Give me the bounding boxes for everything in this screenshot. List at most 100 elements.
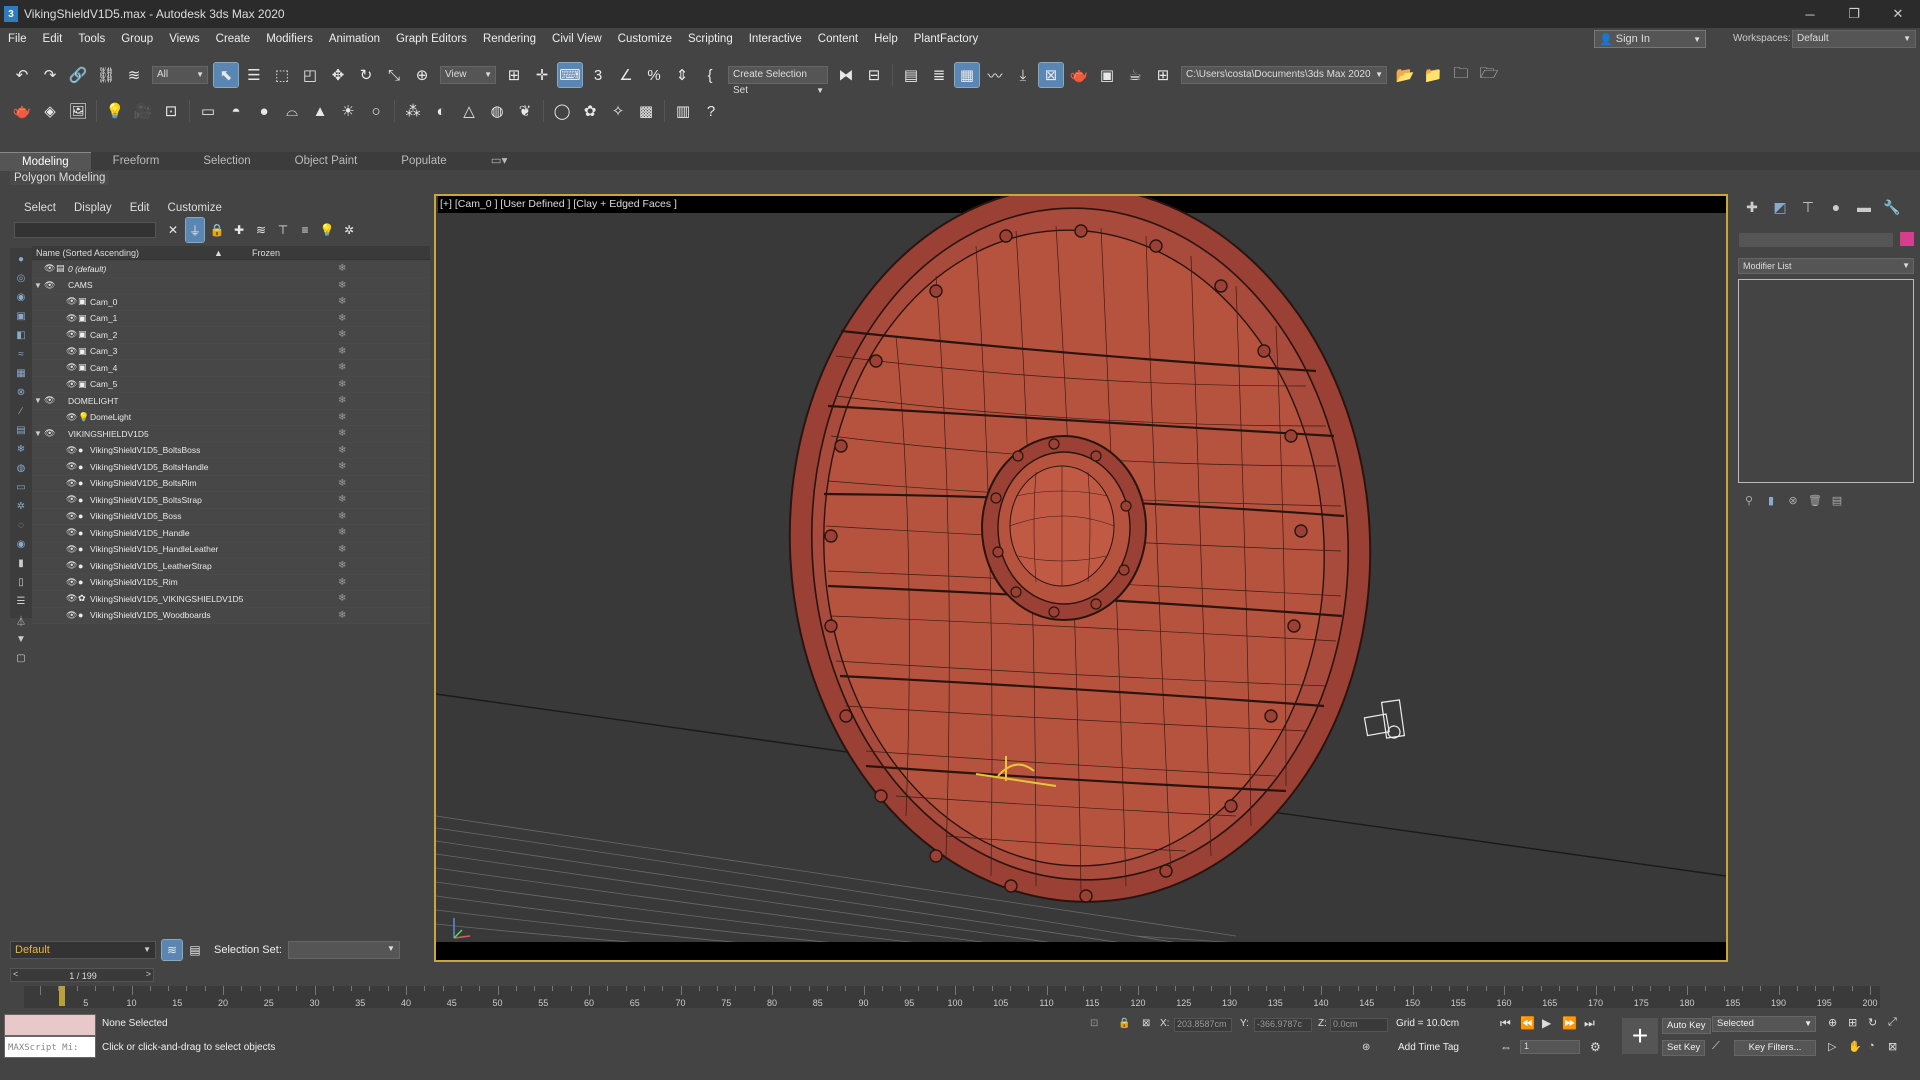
angle-snap-icon[interactable]: ∠ [614,63,638,87]
display-containers-icon[interactable]: ▤ [13,422,29,438]
frozen-toggle-icon[interactable]: ❄ [338,329,346,340]
selection-filter-dropdown[interactable]: All ▼ [152,66,208,84]
schematic-view-icon[interactable]: ⤓ [1011,63,1035,87]
menu-group[interactable]: Group [113,28,161,50]
workspaces-dropdown[interactable]: Default ▼ [1792,30,1916,48]
go-to-start-icon[interactable]: ⏮ [1500,1016,1511,1031]
visibility-eye-icon[interactable]: 👁 [66,313,78,324]
visibility-eye-icon[interactable]: 👁 [66,412,78,423]
auto-key-button[interactable]: Auto Key [1662,1018,1711,1034]
current-layer-dropdown[interactable]: Default ▼ [10,941,156,959]
ribbon-options-icon[interactable]: ▭▾ [469,152,530,170]
maximize-viewport-icon[interactable]: ⤢ [1888,1016,1897,1029]
visibility-eye-icon[interactable]: 👁 [66,610,78,621]
remove-modifier-icon[interactable]: 🗑 [1804,494,1826,507]
visibility-eye-icon[interactable]: 👁 [44,263,56,274]
previous-frame-icon[interactable]: ⏪ [1520,1016,1535,1030]
tree-row[interactable]: 👁 ● VikingShieldV1D5_Boss ❄ [32,508,430,525]
explorer-search-input[interactable] [14,222,156,238]
tree-row[interactable]: ▼ 👁 VIKINGSHIELDV1D5 ❄ [32,426,430,443]
lock-icon[interactable]: 🔒 [208,218,226,242]
display-hidden-icon[interactable]: ◍ [13,460,29,476]
redo-icon[interactable]: ↷ [38,63,62,87]
tree-row[interactable]: 👁 ▣ Cam_1 ❄ [32,310,430,327]
time-slider-thumb[interactable]: < 1 / 199 > [10,968,154,982]
scatter-icon[interactable]: ❦ [513,99,537,123]
track-bar[interactable]: 5 10 15 20 25 30 35 40 45 50 55 60 65 70 75 80 85 90 95 100… [24,986,1880,1008]
zoom-all-icon[interactable]: ⊞ [1848,1016,1857,1029]
page-icon[interactable]: ▮ [13,555,29,571]
ribbon-tab-modeling[interactable]: Modeling [0,151,91,171]
rotate-icon[interactable]: ↻ [354,63,378,87]
column-frozen[interactable]: Frozen [252,246,280,260]
menu-modifiers[interactable]: Modifiers [258,28,321,50]
minimize-button[interactable]: ─ [1788,0,1832,28]
display-groups-icon[interactable]: ▦ [13,365,29,381]
license-icon[interactable]: ▥ [671,99,695,123]
tree-row[interactable]: 👁 ● VikingShieldV1D5_Woodboards ❄ [32,607,430,624]
frozen-toggle-icon[interactable]: ❄ [338,560,346,571]
visibility-eye-icon[interactable]: 👁 [66,478,78,489]
absolute-mode-icon[interactable]: ⊠ [1142,1018,1150,1029]
hierarchy-tab-icon[interactable]: ⊤ [1794,199,1822,216]
display-geometry-icon[interactable]: ● [13,251,29,267]
modify-tab-icon[interactable]: ◩ [1766,199,1794,216]
menu-plantfactory[interactable]: PlantFactory [906,28,987,50]
time-configuration-icon[interactable]: ⚙ [1590,1040,1601,1054]
keyboard-shortcut-override-icon[interactable]: ⌨ [557,62,583,88]
explorer-menu-customize[interactable]: Customize [168,202,222,214]
key-mode-toggle-icon[interactable]: ⇔ [1500,1040,1512,1054]
explorer-menu-display[interactable]: Display [74,202,112,214]
tree-row[interactable]: 👁 ● VikingShieldV1D5_Handle ❄ [32,525,430,542]
expand-toggle-icon[interactable]: ▼ [34,396,44,405]
menu-create[interactable]: Create [208,28,259,50]
current-frame-field[interactable]: 1 [1520,1040,1580,1054]
motion-tab-icon[interactable]: ● [1822,199,1850,215]
ribbon-toggle-icon[interactable]: ▦ [954,62,980,88]
display-lights-icon[interactable]: ◉ [13,289,29,305]
display-frozen-icon[interactable]: ❄ [13,441,29,457]
display-none-icon[interactable]: ✲ [13,498,29,514]
rectangular-selection-icon[interactable]: ⬚ [270,63,294,87]
display-shapes-icon[interactable]: ◎ [13,270,29,286]
frozen-toggle-icon[interactable]: ❄ [338,395,346,406]
layers-icon[interactable]: ≋ [252,218,270,242]
close-button[interactable]: ✕ [1876,0,1920,28]
menu-help[interactable]: Help [866,28,906,50]
settings-icon[interactable]: ✲ [340,218,358,242]
frozen-toggle-icon[interactable]: ❄ [338,412,346,423]
menu-customize[interactable]: Customize [610,28,680,50]
sun-icon[interactable]: ☀ [336,99,360,123]
utilities-tab-icon[interactable]: 🔧 [1878,199,1906,216]
window-crossing-icon[interactable]: ◰ [298,63,322,87]
layer-explorer-icon[interactable]: ≋ [161,939,183,961]
frozen-toggle-icon[interactable]: ❄ [338,346,346,357]
scene-explorer-toggle-icon[interactable]: ▤ [899,63,923,87]
tree-row[interactable]: 👁 ● VikingShieldV1D5_BoltsRim ❄ [32,475,430,492]
project-settings-icon[interactable]: 🗁 [1477,63,1501,87]
frozen-toggle-icon[interactable]: ❄ [338,461,346,472]
render-online-icon[interactable]: ⊞ [1151,63,1175,87]
visibility-eye-icon[interactable]: 👁 [66,494,78,505]
tree-row[interactable]: 👁 ● VikingShieldV1D5_Rim ❄ [32,574,430,591]
menu-scripting[interactable]: Scripting [680,28,741,50]
display-spacewarps-icon[interactable]: ≈ [13,346,29,362]
light-icon[interactable]: 💡 [103,99,127,123]
layer-explorer-icon[interactable]: ≣ [927,63,951,87]
arnold-icon[interactable]: ◈ [38,99,62,123]
set-key-button[interactable]: Set Key [1662,1040,1706,1056]
curve-editor-icon[interactable]: 〰 [983,63,1007,87]
visibility-eye-icon[interactable]: 👁 [44,395,56,406]
select-manipulate-icon[interactable]: ✛ [530,63,554,87]
funnel-icon[interactable]: ⏃ [13,612,29,628]
add-layer-icon[interactable]: ✚ [230,218,248,242]
frozen-toggle-icon[interactable]: ❄ [338,494,346,505]
make-unique-icon[interactable]: ⊗ [1782,494,1804,507]
render-setup-icon[interactable]: 🫖 [1067,63,1091,87]
tree-row[interactable]: 👁 ▣ Cam_3 ❄ [32,343,430,360]
image-icon[interactable]: 🖼 [66,99,90,123]
time-tag-icon[interactable]: ⊛ [1362,1042,1370,1053]
clear-search-icon[interactable]: ✕ [164,218,182,242]
funnel-solid-icon[interactable]: ▼ [13,631,29,647]
pin-stack-icon[interactable]: ⚲ [1738,494,1760,507]
